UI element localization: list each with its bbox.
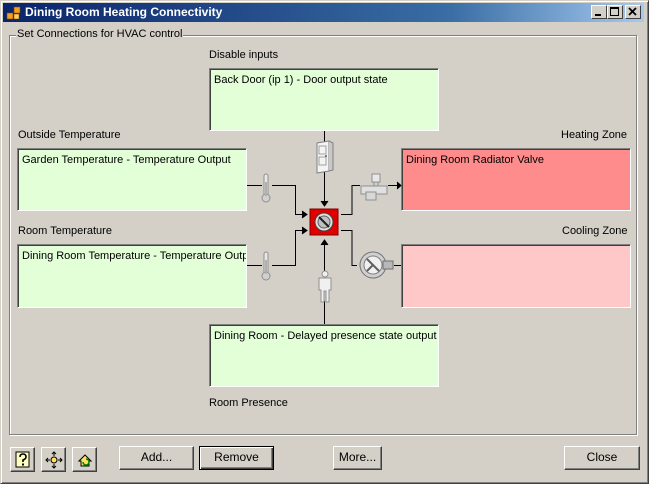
person-icon (318, 270, 332, 303)
connection-diagram (247, 131, 402, 324)
remove-button[interactable]: Remove (199, 446, 274, 470)
door-icon (316, 140, 334, 174)
thermometer-icon (261, 173, 271, 203)
refresh-button[interactable] (72, 447, 97, 472)
valve-icon (360, 173, 388, 201)
refresh-icon (77, 454, 93, 467)
more-button[interactable]: More... (333, 446, 382, 470)
close-button[interactable]: Close (564, 446, 640, 470)
help-icon (15, 451, 30, 468)
thermometer-icon (261, 251, 271, 281)
controller-icon[interactable] (309, 208, 339, 236)
fan-icon (359, 251, 394, 279)
help-button[interactable] (10, 447, 35, 472)
add-button[interactable]: Add... (119, 446, 194, 470)
network-button[interactable] (41, 447, 66, 472)
network-icon (45, 451, 63, 469)
